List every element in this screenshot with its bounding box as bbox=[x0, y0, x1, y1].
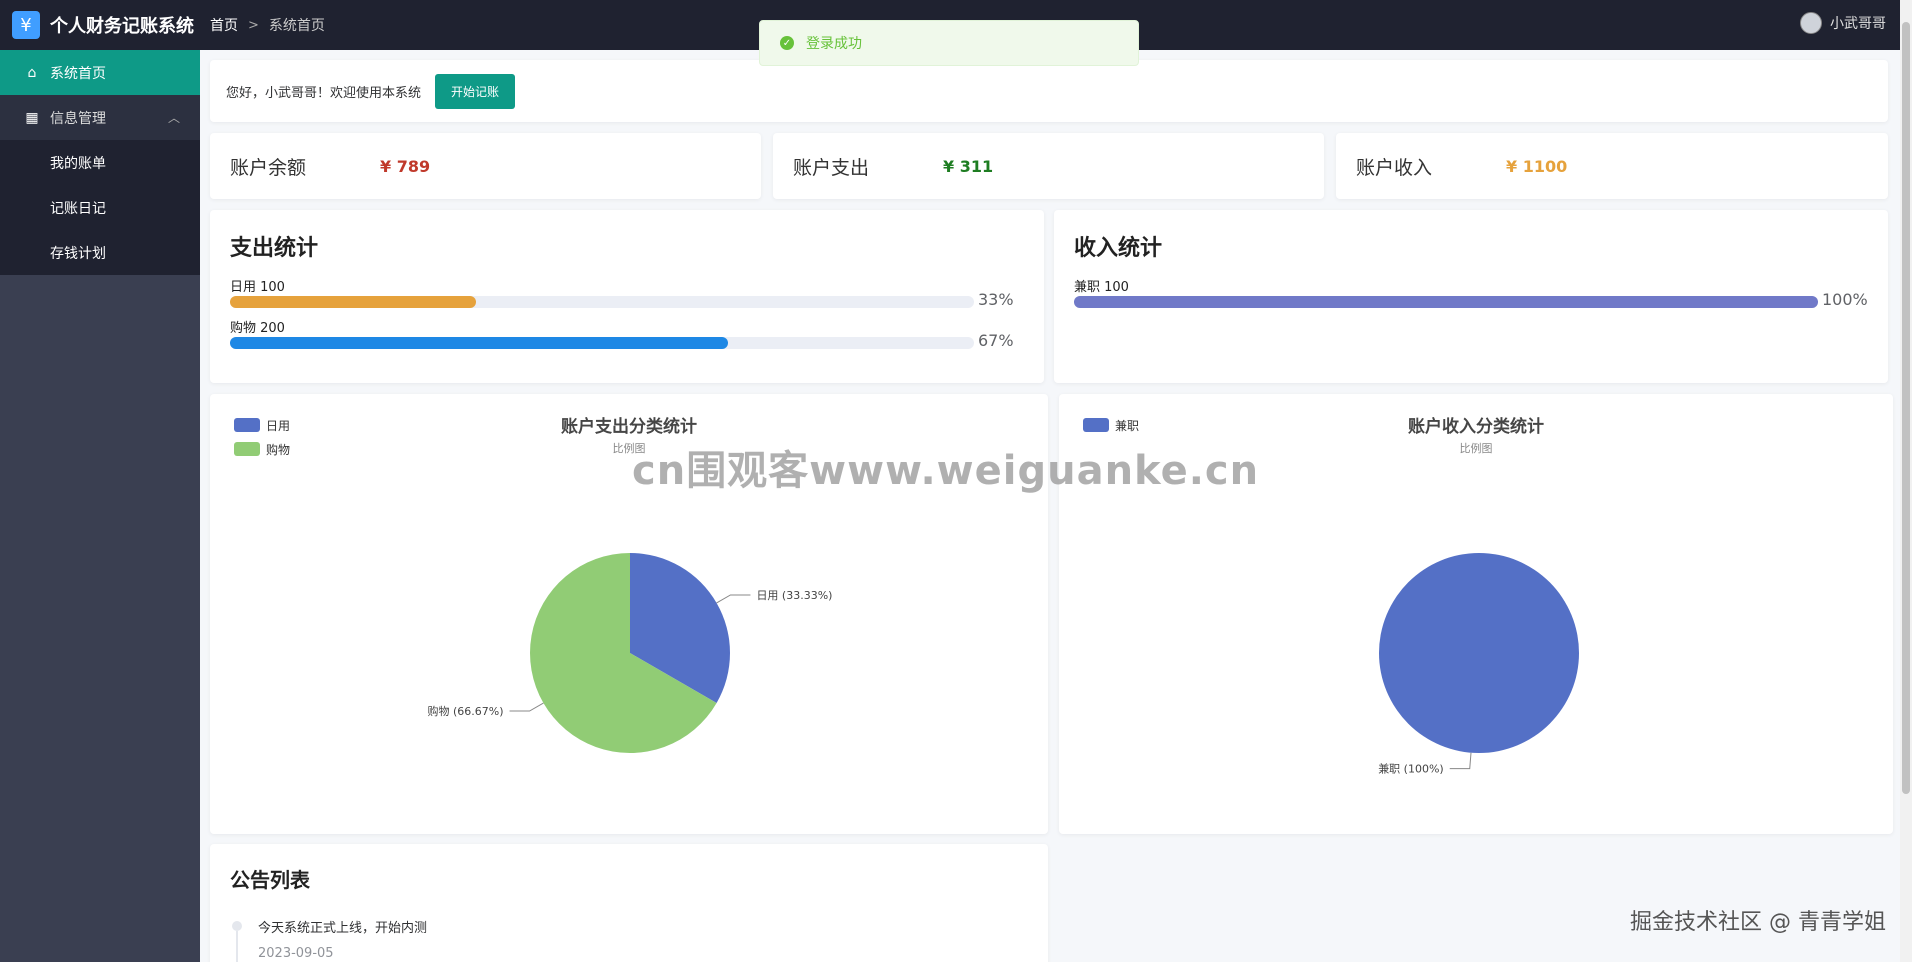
pie-label-line bbox=[716, 594, 751, 604]
stat-value: ¥ 789 bbox=[380, 156, 431, 176]
sidebar-item-my-bills[interactable]: 我的账单 bbox=[0, 140, 200, 185]
scrollbar[interactable] bbox=[1900, 0, 1912, 962]
progress-fill bbox=[230, 337, 729, 349]
logo[interactable]: ¥ 个人财务记账系统 bbox=[0, 11, 200, 39]
yen-logo-icon: ¥ bbox=[12, 11, 40, 39]
sidebar-item-label: 存钱计划 bbox=[50, 245, 106, 262]
pie-slice-label: 购物 (66.67%) bbox=[428, 704, 504, 718]
user-menu[interactable]: 小武哥哥 bbox=[1800, 12, 1886, 34]
pie-slice-label: 兼职 (100%) bbox=[1378, 763, 1444, 776]
progress-track bbox=[1074, 296, 1818, 308]
sidebar-item-diary[interactable]: 记账日记 bbox=[0, 185, 200, 230]
progress-track bbox=[230, 337, 974, 349]
progress-row: 兼职 100 100% bbox=[1074, 276, 1868, 317]
welcome-text: 您好，小武哥哥！欢迎使用本系统 bbox=[226, 85, 422, 101]
progress-fill bbox=[230, 296, 476, 308]
chevron-up-icon: ︿ bbox=[167, 111, 180, 125]
welcome-card: 您好，小武哥哥！欢迎使用本系统 开始记账 bbox=[210, 60, 1888, 122]
legend-swatch[interactable] bbox=[234, 442, 260, 456]
sidebar-item-info-management[interactable]: ▦ 信息管理 ︿ bbox=[0, 95, 200, 140]
notice-timeline: 今天系统正式上线，开始内测 2023-09-05 bbox=[230, 917, 1028, 962]
card-title: 收入统计 bbox=[1074, 236, 1163, 261]
chart-title: 账户支出分类统计 bbox=[561, 416, 697, 437]
sidebar-item-saving-plan[interactable]: 存钱计划 bbox=[0, 230, 200, 275]
progress-label: 购物 200 bbox=[230, 321, 285, 336]
sidebar: ⌂ 系统首页 ▦ 信息管理 ︿ 我的账单 记账日记 存钱计划 bbox=[0, 50, 200, 962]
progress-track bbox=[230, 296, 974, 308]
progress-percent: 100% bbox=[1822, 290, 1868, 309]
home-icon: ⌂ bbox=[27, 64, 37, 81]
chart-subtitle: 比例图 bbox=[1460, 441, 1493, 455]
watermark: cn围观客www.weiguanke.cn bbox=[632, 448, 1260, 494]
pie-slice[interactable] bbox=[1379, 553, 1579, 753]
notice-card: 公告列表 今天系统正式上线，开始内测 2023-09-05 bbox=[210, 844, 1048, 962]
legend-label[interactable]: 日用 bbox=[266, 419, 290, 433]
pie-label-line bbox=[1449, 752, 1472, 770]
timeline-line bbox=[236, 931, 238, 962]
stat-label: 账户支出 bbox=[793, 156, 870, 179]
stat-label: 账户余额 bbox=[230, 156, 307, 179]
progress-percent: 67% bbox=[978, 331, 1014, 350]
progress-row: 日用 100 33% bbox=[230, 276, 1024, 317]
stat-value: ¥ 1100 bbox=[1506, 156, 1568, 176]
pie-slice-label: 日用 (33.33%) bbox=[756, 589, 832, 602]
chart-title: 账户收入分类统计 bbox=[1408, 416, 1544, 437]
legend-label[interactable]: 兼职 bbox=[1115, 419, 1139, 433]
expense-stats-card: 支出统计 日用 100 33% 购物 200 67% bbox=[210, 210, 1044, 383]
notice-text[interactable]: 今天系统正式上线，开始内测 bbox=[258, 917, 1028, 936]
notice-title: 公告列表 bbox=[230, 868, 310, 892]
notice-date: 2023-09-05 bbox=[258, 946, 334, 961]
sidebar-item-label: 记账日记 bbox=[50, 200, 106, 217]
user-name[interactable]: 小武哥哥 bbox=[1830, 13, 1886, 33]
sidebar-item-label: 信息管理 bbox=[50, 110, 106, 127]
balance-card: 账户余额 ¥ 789 bbox=[210, 133, 761, 199]
breadcrumb-home[interactable]: 首页 bbox=[210, 15, 238, 35]
sidebar-item-label: 我的账单 bbox=[50, 155, 106, 172]
credit-text: 掘金技术社区 @ 青青学姐 bbox=[1630, 910, 1886, 935]
app-title: 个人财务记账系统 bbox=[50, 16, 194, 37]
expense-card: 账户支出 ¥ 311 bbox=[773, 133, 1324, 199]
breadcrumb-separator-icon: > bbox=[248, 17, 259, 33]
avatar[interactable] bbox=[1800, 12, 1822, 34]
start-accounting-button[interactable]: 开始记账 bbox=[435, 73, 516, 109]
progress-percent: 33% bbox=[978, 290, 1014, 309]
grid-icon: ▦ bbox=[25, 109, 39, 126]
scrollbar-thumb[interactable] bbox=[1902, 22, 1910, 794]
legend-swatch[interactable] bbox=[234, 418, 260, 432]
stat-label: 账户收入 bbox=[1356, 156, 1433, 179]
sidebar-item-home[interactable]: ⌂ 系统首页 bbox=[0, 50, 200, 95]
check-circle-icon: ✓ bbox=[780, 36, 794, 50]
toast-message: 登录成功 bbox=[806, 36, 862, 52]
success-toast: ✓ 登录成功 bbox=[759, 20, 1139, 66]
sidebar-item-label: 系统首页 bbox=[50, 65, 106, 82]
timeline-dot bbox=[232, 921, 242, 931]
progress-label: 日用 100 bbox=[230, 280, 285, 295]
progress-label: 兼职 100 bbox=[1074, 280, 1129, 295]
breadcrumb-current: 系统首页 bbox=[268, 18, 325, 34]
card-title: 支出统计 bbox=[230, 236, 319, 261]
legend-label[interactable]: 购物 bbox=[266, 442, 290, 457]
legend-swatch[interactable] bbox=[1083, 418, 1109, 432]
income-card: 账户收入 ¥ 1100 bbox=[1336, 133, 1888, 199]
income-stats-card: 收入统计 兼职 100 100% bbox=[1054, 210, 1888, 383]
breadcrumb: 首页 > 系统首页 bbox=[210, 15, 325, 35]
progress-fill bbox=[1074, 296, 1818, 308]
pie-label-line bbox=[509, 702, 544, 712]
progress-row: 购物 200 67% bbox=[230, 317, 1024, 358]
submenu-info-management: 我的账单 记账日记 存钱计划 bbox=[0, 140, 200, 275]
stat-value: ¥ 311 bbox=[943, 156, 994, 176]
